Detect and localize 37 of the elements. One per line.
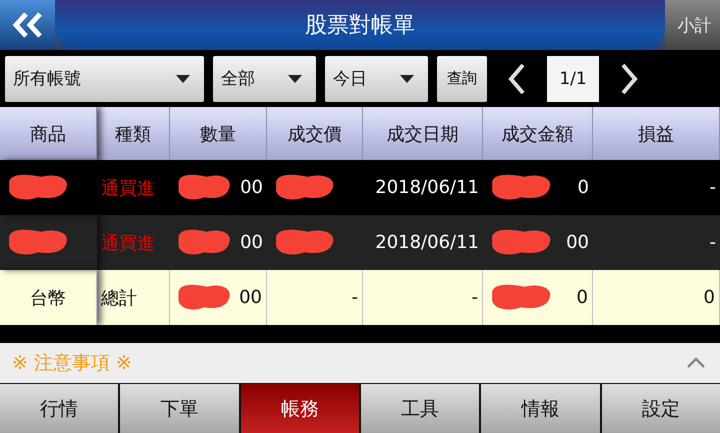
table-cell: 00 xyxy=(566,232,589,253)
table-cell: 2018/06/11 xyxy=(375,177,479,198)
table-cell-text: 通買進 xyxy=(101,232,155,254)
table-cell-text: 台幣 xyxy=(30,286,66,310)
nav-tab[interactable]: 行情 xyxy=(0,384,118,433)
table-cell: 0 xyxy=(578,177,589,198)
table-cell: 0 xyxy=(576,287,588,308)
table-cell-text: 總計 xyxy=(101,286,137,310)
screen-title: 股票對帳單 xyxy=(55,0,665,50)
table-cell: 00 xyxy=(240,232,263,253)
subtotal-button[interactable]: 小計 xyxy=(665,0,720,50)
chevron-up-icon[interactable] xyxy=(686,357,706,369)
table-cell: - xyxy=(352,287,358,308)
nav-tab[interactable]: 帳務 xyxy=(240,384,359,433)
dropdown-arrow-icon xyxy=(288,74,302,82)
back-button[interactable] xyxy=(0,0,55,50)
table-cell: 00 xyxy=(240,177,263,198)
dropdown-arrow-icon xyxy=(176,74,190,82)
previous-page-icon[interactable] xyxy=(508,62,526,94)
nav-tab[interactable]: 設定 xyxy=(602,384,720,433)
nav-tab[interactable]: 下單 xyxy=(120,384,239,433)
table-cell: - xyxy=(472,287,478,308)
next-page-icon[interactable] xyxy=(620,62,638,94)
dropdown-arrow-icon xyxy=(400,74,414,82)
account-dropdown[interactable]: 所有帳號 xyxy=(5,56,204,102)
table-cell-text: 通買進 xyxy=(101,176,155,200)
nav-tab[interactable]: 工具 xyxy=(360,384,480,433)
table-cell: 0 xyxy=(704,287,715,308)
nav-tab[interactable]: 情報 xyxy=(481,384,600,433)
table-cell: 00 xyxy=(239,287,262,308)
period-dropdown[interactable]: 今日 xyxy=(325,56,428,102)
table-cell: - xyxy=(710,232,716,253)
table-cell: - xyxy=(710,177,716,198)
query-button[interactable]: 查詢 xyxy=(437,56,487,102)
table-cell: 2018/06/11 xyxy=(375,232,479,253)
page-indicator: 1/1 xyxy=(547,56,599,102)
category-dropdown[interactable]: 全部 xyxy=(213,56,316,102)
